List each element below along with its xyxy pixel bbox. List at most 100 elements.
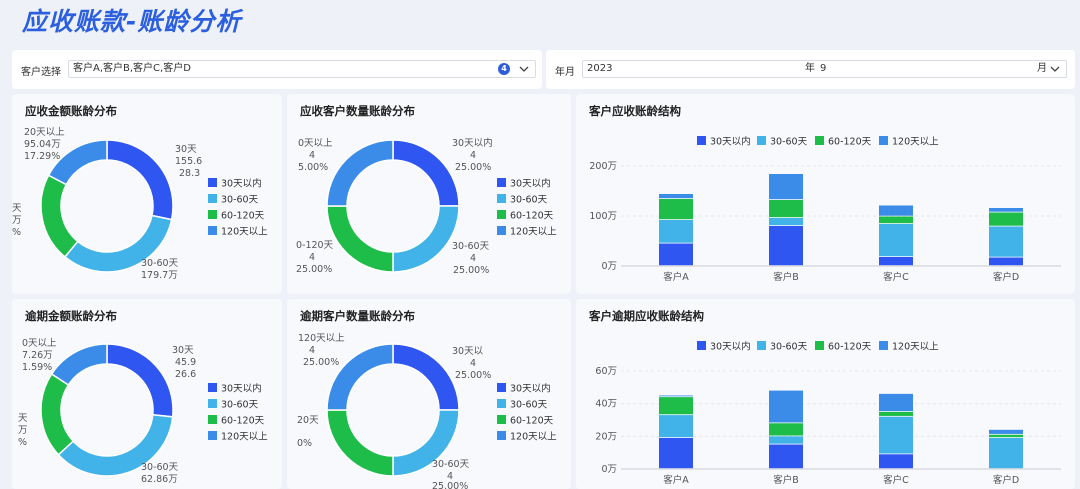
bar-segment[interactable] [769, 226, 803, 266]
bar-segment[interactable] [879, 216, 913, 224]
legend-label: 30-60天 [770, 137, 808, 148]
year-month-picker[interactable]: 2023 年 9 月 [582, 60, 1067, 78]
bar-segment[interactable] [879, 393, 913, 412]
legend-item[interactable]: 60-120天 [815, 136, 872, 148]
label-120-pct: 25.00% [296, 264, 332, 275]
donut-slice-0[interactable] [392, 343, 460, 411]
x-tick-label: 客户B [773, 474, 799, 486]
bar-segment[interactable] [659, 220, 693, 243]
bar-segment[interactable] [879, 411, 913, 416]
label-120p-amount: 7.26万 [22, 350, 53, 361]
label-120-title: 天 [12, 203, 22, 214]
donut-slice-3[interactable] [50, 343, 108, 386]
bar-segment[interactable] [659, 437, 693, 469]
legend-item[interactable]: 30天以内 [697, 341, 751, 353]
label-120p-pct: 5.00% [298, 162, 328, 173]
bar-segment[interactable] [769, 390, 803, 423]
bar-segment[interactable] [989, 226, 1023, 257]
legend-item[interactable]: 30天以内 [497, 178, 551, 190]
bar-segment[interactable] [659, 194, 693, 199]
donut-slice-3[interactable] [326, 139, 394, 207]
legend-label: 30天以内 [710, 136, 751, 148]
bar-segment[interactable] [989, 257, 1023, 266]
chart-legend: 30天以内 30-60天 60-120天 120天以上 [208, 178, 268, 238]
legend-item[interactable]: 60-120天 [497, 210, 554, 222]
label-120-amount: 万 [12, 215, 22, 226]
legend-label: 60-120天 [828, 137, 872, 148]
customer-receivable-aging-panel: 客户应收账龄结构 30天以内 30-60天 60-120天 120天以上 0万 100万… [576, 94, 1075, 294]
legend-label: 120天以上 [892, 137, 939, 148]
receivable-amount-donut-chart: 30天 155.6 28.3 30-60天 179.7万 天 万 % 20天以上… [12, 127, 268, 281]
bar-segment[interactable] [989, 212, 1023, 226]
month-value: 9 [820, 63, 827, 74]
donut-slice-0[interactable] [106, 343, 174, 418]
chevron-down-icon[interactable] [517, 62, 531, 76]
legend-swatch [208, 399, 217, 408]
legend-item[interactable]: 60-120天 [497, 415, 554, 427]
legend-item[interactable]: 120天以上 [497, 226, 557, 238]
bar-segment[interactable] [879, 454, 913, 469]
legend-swatch [208, 226, 217, 235]
legend-item[interactable]: 120天以上 [208, 226, 268, 238]
chart-legend: 30天以内 30-60天 60-120天 120天以上 [208, 383, 268, 443]
bar-segment[interactable] [769, 423, 803, 436]
legend-label: 60-120天 [221, 211, 265, 222]
bar-segment[interactable] [879, 257, 913, 266]
legend-item[interactable]: 30天以内 [497, 383, 551, 395]
legend-item[interactable]: 30-60天 [497, 399, 548, 411]
legend-item[interactable]: 30-60天 [208, 194, 259, 206]
donut-slice-2[interactable] [326, 205, 394, 273]
receivable-customer-count-aging-panel: 应收客户数量账龄分布 30天以内 4 25.00% 30-60天 4 25.00… [287, 94, 571, 294]
customer-select[interactable]: 客户A,客户B,客户C,客户D 4 [68, 60, 536, 78]
bar-segment[interactable] [769, 200, 803, 218]
bar-segment[interactable] [769, 174, 803, 200]
legend-item[interactable]: 30-60天 [757, 341, 808, 353]
bar-segment[interactable] [769, 218, 803, 226]
legend-item[interactable]: 30天以内 [208, 383, 262, 395]
legend-item[interactable]: 120天以上 [879, 341, 939, 353]
legend-item[interactable]: 120天以上 [879, 136, 939, 148]
bar-segment[interactable] [989, 208, 1023, 212]
legend-item[interactable]: 30天以内 [697, 136, 751, 148]
legend-label: 120天以上 [221, 227, 268, 238]
donut-slice-3[interactable] [326, 343, 394, 411]
bar-segment[interactable] [879, 205, 913, 216]
legend-item[interactable]: 60-120天 [815, 341, 872, 353]
legend-item[interactable]: 60-120天 [208, 210, 265, 222]
legend-item[interactable]: 30天以内 [208, 178, 262, 190]
donut-slice-0[interactable] [106, 139, 174, 221]
bar-segment[interactable] [659, 397, 693, 415]
bar-segment[interactable] [659, 199, 693, 220]
legend-label: 30-60天 [510, 400, 548, 411]
donut-slice-2[interactable] [40, 174, 79, 258]
legend-item[interactable]: 60-120天 [208, 415, 265, 427]
donut-slice-1[interactable] [392, 205, 460, 273]
bar-segment[interactable] [989, 437, 1023, 469]
legend-swatch [208, 210, 217, 219]
chart-legend: 30天以内 30-60天 60-120天 120天以上 [497, 178, 557, 238]
label-60-amount: 62.86万 [141, 474, 178, 485]
legend-item[interactable]: 30-60天 [757, 136, 808, 148]
bar-segment[interactable] [769, 444, 803, 469]
bar-segment[interactable] [989, 429, 1023, 434]
legend-item[interactable]: 120天以上 [497, 431, 557, 443]
bar-segment[interactable] [879, 224, 913, 257]
chevron-down-icon[interactable] [1048, 62, 1062, 76]
bar-segment[interactable] [659, 243, 693, 266]
donut-slice-0[interactable] [392, 139, 460, 207]
legend-item[interactable]: 30-60天 [497, 194, 548, 206]
donut-slice-2[interactable] [326, 409, 394, 477]
bar-segment[interactable] [659, 415, 693, 438]
bar-segment[interactable] [989, 434, 1023, 438]
legend-item[interactable]: 120天以上 [208, 431, 268, 443]
y-tick-label: 40万 [595, 399, 617, 410]
x-tick-label: 客户C [883, 271, 909, 283]
legend-swatch [697, 136, 706, 145]
donut-slice-2[interactable] [40, 372, 75, 456]
bar-segment[interactable] [769, 436, 803, 444]
label-30-count: 4 [470, 150, 476, 161]
bar-segment[interactable] [659, 395, 693, 397]
legend-item[interactable]: 30-60天 [208, 399, 259, 411]
label-30-count: 4 [470, 358, 476, 369]
bar-segment[interactable] [879, 416, 913, 454]
